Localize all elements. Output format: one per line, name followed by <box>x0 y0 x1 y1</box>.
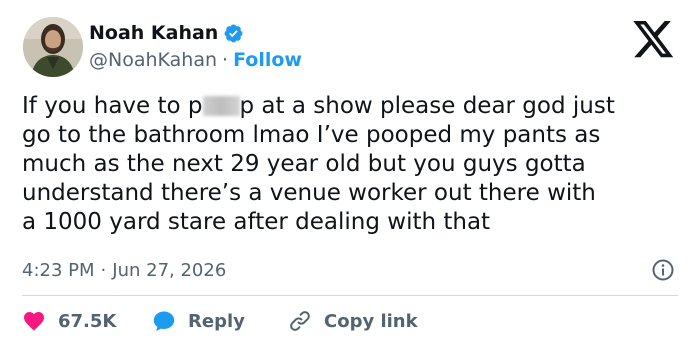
reply-button[interactable]: Reply <box>152 309 288 333</box>
tweet-time: 4:23 PM <box>22 259 95 281</box>
follow-button[interactable]: Follow <box>233 49 302 71</box>
info-icon[interactable] <box>651 258 675 282</box>
tweet-text: If you have to pp at a show please dear … <box>22 92 687 237</box>
x-logo-icon[interactable] <box>633 21 675 59</box>
divider <box>22 295 678 296</box>
tweet-timestamp[interactable]: 4:23 PM · Jun 27, 2026 <box>22 258 226 282</box>
redaction-blur <box>202 96 240 116</box>
author-name-row: Noah Kahan <box>89 20 244 46</box>
heart-icon <box>24 312 44 331</box>
avatar[interactable] <box>23 17 83 77</box>
like-button[interactable]: 67.5K <box>22 309 152 333</box>
reply-label: Reply <box>188 310 245 332</box>
timestamp-separator: · <box>100 259 107 281</box>
copy-link-label: Copy link <box>324 310 418 332</box>
handle-separator: · <box>222 49 229 71</box>
author-handle[interactable]: @NoahKahan <box>89 49 217 71</box>
link-icon <box>290 311 310 331</box>
tweet-actions: 67.5K Reply Copy link <box>22 305 418 337</box>
reply-bubble-icon <box>153 311 175 331</box>
like-count: 67.5K <box>58 310 117 332</box>
avatar-image <box>23 17 83 77</box>
author-display-name[interactable]: Noah Kahan <box>89 22 218 44</box>
tweet-date: Jun 27, 2026 <box>112 259 227 281</box>
copy-link-button[interactable]: Copy link <box>288 309 418 333</box>
author-handle-row: @NoahKahan · Follow <box>89 47 302 73</box>
verified-badge-icon <box>224 24 243 42</box>
tweet-text-part-1: If you have to p <box>22 93 203 119</box>
